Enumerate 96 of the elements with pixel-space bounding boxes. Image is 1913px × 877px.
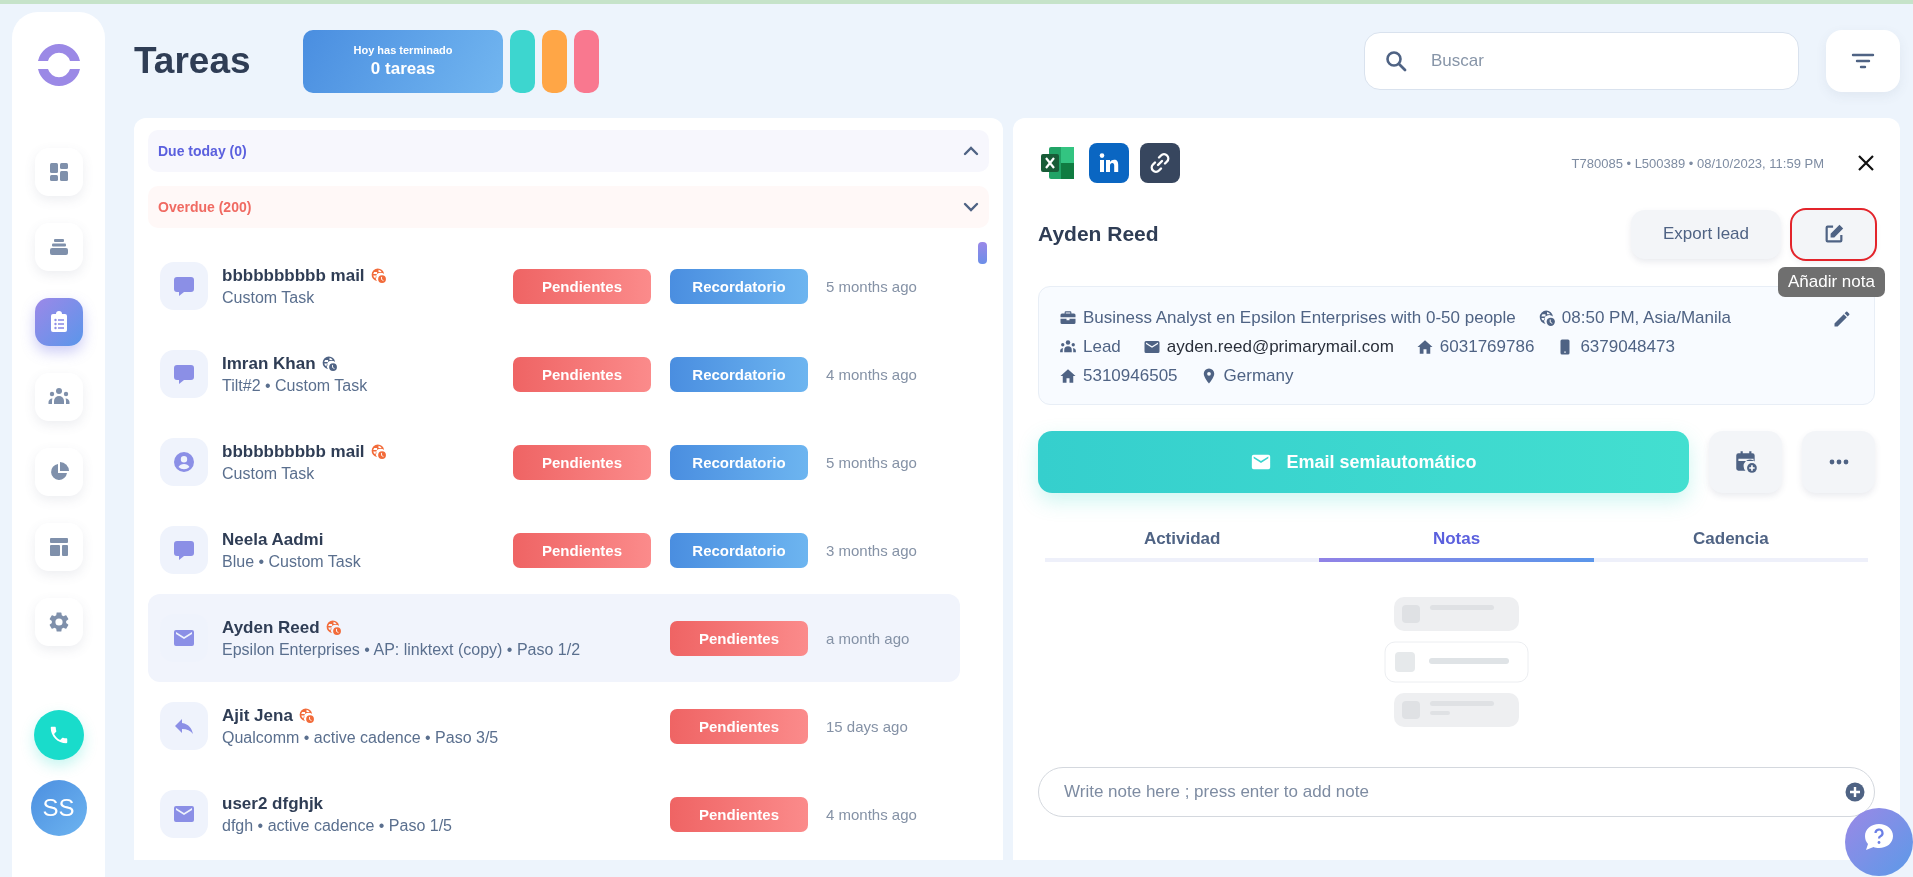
task-time: 4 months ago (825, 805, 918, 823)
contact-name: Ajit Jena (222, 705, 293, 726)
info-text: 6379048473 (1580, 336, 1675, 357)
task-time: 15 days ago (825, 717, 909, 735)
chat-bubble-icon (172, 274, 196, 298)
task-subtitle: dfgh • active cadence • Paso 1/5 (222, 816, 453, 835)
user-icon (172, 450, 196, 474)
scrollbar-thumb[interactable] (978, 242, 987, 264)
task-time: a month ago (825, 629, 911, 647)
email-address[interactable]: ayden.reed@primarymail.com (1166, 336, 1394, 357)
info-text: Germany (1223, 365, 1294, 386)
excel-icon (1040, 145, 1076, 181)
user-avatar[interactable]: SS (30, 780, 87, 836)
task-time: 4 months ago (825, 365, 918, 383)
task-row[interactable]: user2 dfghjk dfgh • active cadence • Paso 1/5 Pendientes 4 months ago (148, 770, 960, 858)
link-icon (1148, 151, 1172, 175)
chat-bubble-icon (172, 362, 196, 386)
reminder-tag[interactable]: Recordatorio (670, 268, 808, 304)
summary-caption: Hoy has terminado (353, 43, 453, 56)
page-title: Tareas (134, 40, 252, 82)
task-row[interactable]: Imran Khan Tilt#2 • Custom Task Pendientes Recordatorio 4 months ago (148, 330, 960, 418)
search-field[interactable]: Buscar (1364, 32, 1799, 90)
status-tag[interactable]: Pendientes (513, 532, 651, 568)
task-row[interactable]: Ajit Jena Qualcomm • active cadence • Paso 3/5 Pendientes 15 days ago (148, 682, 960, 770)
lead-name: Ayden Reed (1038, 222, 1159, 246)
chat-bubble-icon (172, 538, 196, 562)
task-time: 5 months ago (825, 277, 918, 295)
task-row[interactable]: Neela Aadmi Blue • Custom Task Pendientes Recordatorio 3 months ago (148, 506, 960, 594)
sidebar-button[interactable] (34, 148, 83, 196)
help-chat-icon (1863, 822, 1895, 852)
task-time: 5 months ago (825, 453, 918, 471)
color-pill[interactable] (510, 29, 535, 93)
pencil-icon[interactable] (1832, 309, 1852, 329)
section-header[interactable]: Due today (0) (148, 130, 989, 172)
briefcase-icon (1059, 308, 1077, 327)
info-text: 6031769786 (1439, 336, 1535, 357)
linkedin-icon (1097, 151, 1121, 175)
summary-count: 0 tareas (370, 58, 436, 79)
info-text: Business Analyst en Epsilon Enterprises with 0-50 people (1083, 307, 1516, 328)
task-row[interactable]: bbbbbbbbbb mail Custom Task Pendientes Recordatorio 5 months ago (148, 418, 960, 506)
section-label: Due today (0) (158, 143, 247, 159)
task-subtitle: Epsilon Enterprises • AP: linktext (copy) • Paso 1/2 (222, 640, 582, 659)
search-icon (1384, 49, 1408, 73)
task-row[interactable]: bbbbbbbbbb mail Custom Task Pendientes Recordatorio 5 months ago (148, 242, 960, 330)
call-button[interactable] (33, 710, 84, 760)
tooltip: Añadir nota (1778, 266, 1885, 297)
status-tag[interactable]: Pendientes (670, 796, 808, 832)
task-subtitle: Tilt#2 • Custom Task (222, 376, 369, 395)
reminder-tag[interactable]: Recordatorio (670, 356, 808, 392)
section-header[interactable]: Overdue (200) (148, 186, 989, 228)
lead-meta: T780085 • L500389 • 08/10/2023, 11:59 PM (1571, 155, 1824, 171)
sidebar-button[interactable] (34, 523, 83, 571)
sidebar-button[interactable] (34, 298, 83, 346)
info-text: Lead (1083, 336, 1121, 357)
task-subtitle: Qualcomm • active cadence • Paso 3/5 (222, 728, 500, 747)
contact-name: Neela Aadmi (222, 529, 324, 550)
contact-name: bbbbbbbbbb mail (222, 441, 365, 462)
contact-name: user2 dfghjk (222, 793, 324, 814)
add-icon[interactable] (1845, 782, 1865, 802)
globe-clock-icon (1537, 308, 1556, 327)
status-tag[interactable]: Pendientes (670, 620, 808, 656)
contact-name: Imran Khan (222, 353, 316, 374)
contact-name: Ayden Reed (222, 617, 320, 638)
sidebar-button[interactable] (34, 598, 83, 646)
link-button[interactable] (1140, 143, 1180, 183)
filter-icon (1851, 52, 1875, 70)
more-icon (1828, 459, 1849, 465)
export-lead-button[interactable]: Export lead (1631, 209, 1781, 259)
color-pill[interactable] (574, 29, 599, 93)
task-row[interactable]: Ayden Reed Epsilon Enterprises • AP: linktext (copy) • Paso 1/2 Pendientes a month ago (148, 594, 960, 682)
info-text: 08:50 PM, Asia/Manila (1561, 307, 1731, 328)
status-tag[interactable]: Pendientes (670, 708, 808, 744)
task-subtitle: Blue • Custom Task (222, 552, 362, 571)
status-tag[interactable]: Pendientes (513, 444, 651, 480)
sidebar-button[interactable] (34, 373, 83, 421)
sidebar-button[interactable] (34, 448, 83, 496)
task-time: 3 months ago (825, 541, 918, 559)
status-tag[interactable]: Pendientes (513, 268, 651, 304)
tab[interactable]: Cadencia (1593, 520, 1868, 562)
linkedin-button[interactable] (1089, 143, 1129, 183)
color-pill[interactable] (542, 29, 567, 93)
close-button[interactable] (1857, 154, 1875, 172)
note-input[interactable]: Write note here ; press enter to add note (1038, 767, 1875, 817)
reminder-tag[interactable]: Recordatorio (670, 444, 808, 480)
status-tag[interactable]: Pendientes (513, 356, 651, 392)
contact-name: bbbbbbbbbb mail (222, 265, 365, 286)
schedule-button[interactable] (1709, 431, 1782, 493)
section-label: Overdue (200) (158, 199, 252, 215)
task-subtitle: Custom Task (222, 464, 316, 483)
close-icon (1857, 154, 1875, 172)
reminder-tag[interactable]: Recordatorio (670, 532, 808, 568)
info-text: 5310946505 (1083, 365, 1178, 386)
tab[interactable]: Actividad (1045, 520, 1320, 562)
tab[interactable]: Notas (1319, 520, 1594, 562)
sidebar-button[interactable] (34, 223, 83, 271)
task-subtitle: Custom Task (222, 288, 316, 307)
